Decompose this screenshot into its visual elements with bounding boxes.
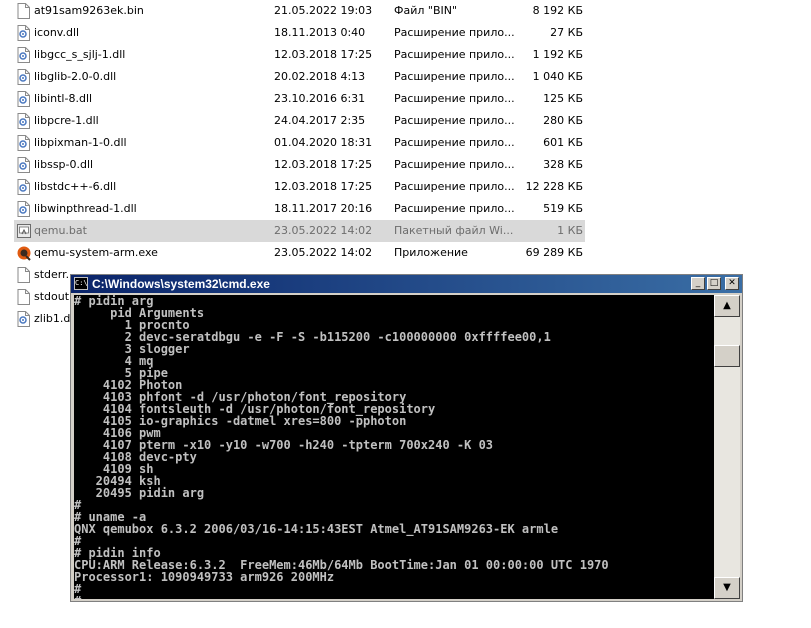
dll-icon <box>17 69 30 85</box>
close-button[interactable]: ✕ <box>725 277 739 290</box>
file-row[interactable]: qemu.bat 23.05.2022 14:02 Пакетный файл Wi… <box>14 220 585 242</box>
file-type: Файл "BIN" <box>394 4 458 17</box>
file-date: 23.05.2022 14:02 <box>274 246 373 259</box>
file-type: Расширение прило... <box>394 48 515 61</box>
file-row[interactable]: zlib1.dl <box>14 308 74 330</box>
dll-icon <box>17 135 30 151</box>
file-icon <box>17 3 30 19</box>
file-name: libglib-2.0-0.dll <box>34 70 117 83</box>
file-type: Расширение прило... <box>394 92 515 105</box>
file-row[interactable]: at91sam9263ek.bin 21.05.2022 19:03 Файл "B… <box>14 0 585 22</box>
cmd-titlebar[interactable]: C:\ C:\Windows\system32\cmd.exe _ □ ✕ <box>71 275 742 293</box>
file-date: 12.03.2018 17:25 <box>274 158 373 171</box>
file-date: 23.10.2016 6:31 <box>274 92 366 105</box>
file-name: iconv.dll <box>34 26 80 39</box>
file-name: stdout. <box>34 290 73 303</box>
batch-file-icon <box>17 223 31 239</box>
console-line: # <box>74 594 88 599</box>
vertical-scrollbar[interactable]: ▲ ▼ <box>714 295 740 599</box>
file-size: 27 КБ <box>550 26 583 39</box>
file-size: 1 040 КБ <box>532 70 583 83</box>
file-type: Приложение <box>394 246 468 259</box>
file-size: 8 192 КБ <box>532 4 583 17</box>
file-name: libintl-8.dll <box>34 92 93 105</box>
file-row[interactable]: libstdc++-6.dll 12.03.2018 17:25 Расширени… <box>14 176 585 198</box>
dll-icon <box>17 25 30 41</box>
file-row[interactable]: libwinpthread-1.dll 18.11.2017 20:16 Расши… <box>14 198 585 220</box>
scroll-up-button[interactable]: ▲ <box>714 295 740 317</box>
dll-icon <box>17 47 30 63</box>
file-row[interactable]: libgcc_s_sjlj-1.dll 12.03.2018 17:25 Расши… <box>14 44 585 66</box>
file-size: 69 289 КБ <box>525 246 583 259</box>
file-date: 21.05.2022 19:03 <box>274 4 373 17</box>
file-name: libwinpthread-1.dll <box>34 202 137 215</box>
dll-icon <box>17 179 30 195</box>
file-row[interactable]: libglib-2.0-0.dll 20.02.2018 4:13 Расширен… <box>14 66 585 88</box>
file-name: libstdc++-6.dll <box>34 180 117 193</box>
file-type: Расширение прило... <box>394 158 515 171</box>
cmd-icon[interactable]: C:\ <box>74 277 88 290</box>
file-size: 125 КБ <box>543 92 583 105</box>
file-type: Пакетный файл Wi... <box>394 224 514 237</box>
file-size: 12 228 КБ <box>525 180 583 193</box>
file-name: libpcre-1.dll <box>34 114 99 127</box>
file-type: Расширение прило... <box>394 136 515 149</box>
file-type: Расширение прило... <box>394 180 515 193</box>
qemu-app-icon <box>17 245 31 261</box>
dll-icon <box>17 113 30 129</box>
file-type: Расширение прило... <box>394 26 515 39</box>
file-icon <box>17 267 30 283</box>
file-type: Расширение прило... <box>394 202 515 215</box>
file-name: at91sam9263ek.bin <box>34 4 144 17</box>
file-date: 12.03.2018 17:25 <box>274 48 373 61</box>
file-name: zlib1.dl <box>34 312 74 325</box>
file-type: Расширение прило... <box>394 70 515 83</box>
file-row[interactable]: stderr. <box>14 264 74 286</box>
file-name: libssp-0.dll <box>34 158 94 171</box>
file-size: 328 КБ <box>543 158 583 171</box>
file-row[interactable]: libssp-0.dll 12.03.2018 17:25 Расширение п… <box>14 154 585 176</box>
file-name: stderr. <box>34 268 70 281</box>
minimize-button[interactable]: _ <box>691 277 705 290</box>
file-size: 1 192 КБ <box>532 48 583 61</box>
console-text: # pidin arg pid Arguments 1 procnto 2 de… <box>74 295 714 599</box>
file-name: qemu.bat <box>34 224 87 237</box>
file-size: 519 КБ <box>543 202 583 215</box>
dll-icon <box>17 201 30 217</box>
file-icon <box>17 289 30 305</box>
dll-icon <box>17 157 30 173</box>
file-size: 601 КБ <box>543 136 583 149</box>
file-date: 23.05.2022 14:02 <box>274 224 373 237</box>
file-date: 24.04.2017 2:35 <box>274 114 366 127</box>
console-line: 20495 pidin arg <box>74 486 205 500</box>
file-date: 20.02.2018 4:13 <box>274 70 366 83</box>
file-size: 1 КБ <box>557 224 583 237</box>
file-date: 18.11.2017 20:16 <box>274 202 373 215</box>
file-date: 12.03.2018 17:25 <box>274 180 373 193</box>
scroll-thumb[interactable] <box>714 345 740 367</box>
file-name: qemu-system-arm.exe <box>34 246 158 259</box>
file-type: Расширение прило... <box>394 114 515 127</box>
dll-icon <box>17 91 30 107</box>
console-line: QNX qemubox 6.3.2 2006/03/16-14:15:43EST… <box>74 522 559 536</box>
file-date: 18.11.2013 0:40 <box>274 26 366 39</box>
file-row[interactable]: libintl-8.dll 23.10.2016 6:31 Расширение п… <box>14 88 585 110</box>
file-size: 280 КБ <box>543 114 583 127</box>
dll-icon <box>17 311 30 327</box>
console-line: Processor1: 1090949733 arm926 200MHz <box>74 570 335 584</box>
maximize-button[interactable]: □ <box>707 277 721 290</box>
file-row[interactable]: stdout. <box>14 286 74 308</box>
file-row[interactable]: libpixman-1-0.dll 01.04.2020 18:31 Расшире… <box>14 132 585 154</box>
console-output[interactable]: # pidin arg pid Arguments 1 procnto 2 de… <box>74 295 714 599</box>
window-title: C:\Windows\system32\cmd.exe <box>92 277 270 291</box>
file-date: 01.04.2020 18:31 <box>274 136 373 149</box>
file-name: libgcc_s_sjlj-1.dll <box>34 48 126 61</box>
file-row[interactable]: qemu-system-arm.exe 23.05.2022 14:02 Прило… <box>14 242 585 264</box>
scroll-down-button[interactable]: ▼ <box>714 577 740 599</box>
cmd-window[interactable]: C:\ C:\Windows\system32\cmd.exe _ □ ✕ # … <box>70 274 743 602</box>
file-row[interactable]: iconv.dll 18.11.2013 0:40 Расширение прило… <box>14 22 585 44</box>
file-row[interactable]: libpcre-1.dll 24.04.2017 2:35 Расширение п… <box>14 110 585 132</box>
file-name: libpixman-1-0.dll <box>34 136 127 149</box>
